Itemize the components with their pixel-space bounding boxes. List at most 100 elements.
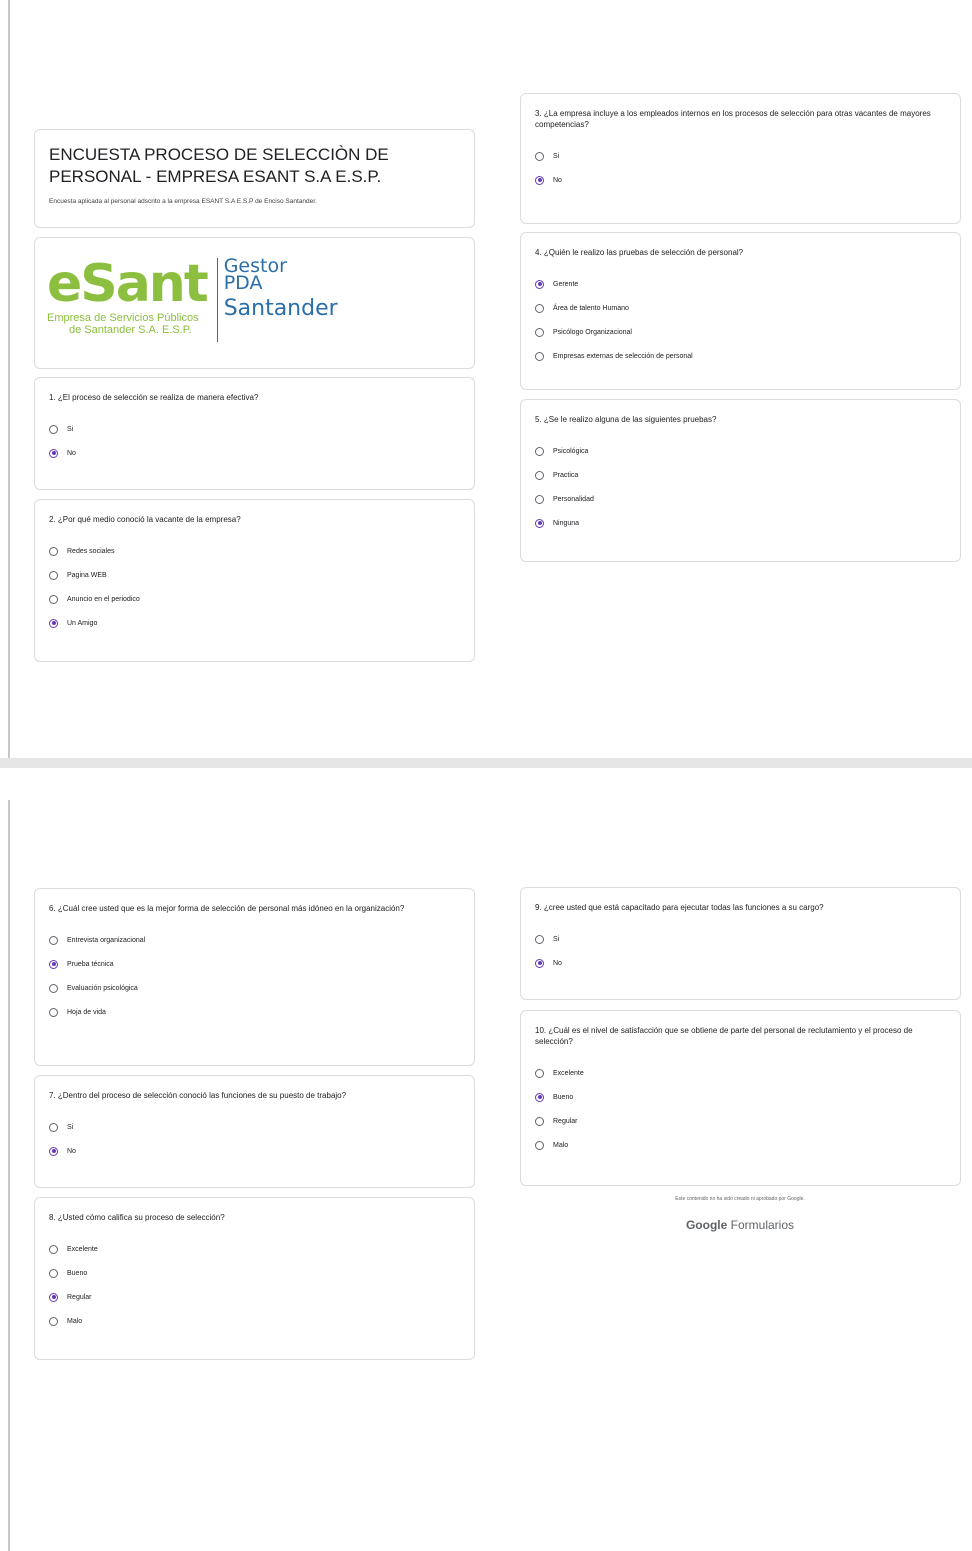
radio-option-label: Psicológica — [553, 447, 589, 455]
radio-option-label: Empresas externas de selección de person… — [553, 352, 693, 360]
radio-empty-icon[interactable] — [535, 446, 544, 456]
radio-empty-icon[interactable] — [535, 151, 544, 161]
radio-option[interactable]: Psicológica — [535, 439, 946, 463]
google-wordmark: Google — [685, 1218, 728, 1232]
radio-selected-icon[interactable] — [49, 448, 58, 458]
radio-option-label: Redes sociales — [67, 547, 115, 555]
radio-empty-icon[interactable] — [49, 424, 58, 434]
radio-option[interactable]: Regular — [535, 1109, 946, 1133]
radio-option[interactable]: Malo — [49, 1309, 460, 1333]
radio-option[interactable]: Empresas externas de selección de person… — [535, 344, 946, 368]
radio-selected-icon[interactable] — [535, 1092, 544, 1102]
question-title: 2. ¿Por qué medio conoció la vacante de … — [49, 515, 241, 524]
radio-option[interactable]: Si — [535, 927, 946, 951]
radio-option-label: No — [553, 959, 562, 967]
radio-option-label: Si — [67, 425, 74, 433]
radio-option-label: Ninguna — [553, 519, 580, 527]
options-group: Gerente Área de talento Humano Psicólogo O… — [521, 258, 960, 368]
question-title: 6. ¿Cuál cree usted que es la mejor form… — [49, 904, 405, 913]
radio-empty-icon[interactable] — [535, 327, 544, 337]
radio-option[interactable]: Área de talento Humano — [535, 296, 946, 320]
radio-empty-icon[interactable] — [49, 1244, 58, 1254]
radio-option[interactable]: Redes sociales — [49, 539, 460, 563]
radio-empty-icon[interactable] — [49, 1122, 58, 1132]
radio-option[interactable]: Anuncio en el periodico — [49, 587, 460, 611]
options-group: Si No — [35, 1101, 474, 1163]
radio-option-label: No — [553, 176, 562, 184]
radio-selected-icon[interactable] — [535, 518, 544, 528]
radio-empty-icon[interactable] — [49, 983, 58, 993]
radio-selected-icon[interactable] — [49, 1146, 58, 1156]
radio-option[interactable]: Excelente — [49, 1237, 460, 1261]
radio-option-label: Regular — [67, 1293, 92, 1301]
radio-option[interactable]: Hoja de vida — [49, 1000, 460, 1024]
question-title: 4. ¿Quién le realizo las pruebas de sele… — [535, 248, 744, 257]
radio-option[interactable]: Evaluación psicológica — [49, 976, 460, 1000]
radio-option-label: Personalidad — [553, 495, 594, 503]
radio-selected-icon[interactable] — [535, 175, 544, 185]
radio-empty-icon[interactable] — [49, 546, 58, 556]
radio-empty-icon[interactable] — [49, 594, 58, 604]
radio-selected-icon[interactable] — [49, 618, 58, 628]
radio-empty-icon[interactable] — [49, 1268, 58, 1278]
radio-option[interactable]: Un Amigo — [49, 611, 460, 635]
radio-selected-icon[interactable] — [49, 959, 58, 969]
radio-option-label: Si — [553, 152, 560, 160]
radio-option-label: Si — [67, 1123, 74, 1131]
radio-option-label: Pagina WEB — [67, 571, 107, 579]
radio-option[interactable]: Gerente — [535, 272, 946, 296]
options-group: Psicológica Practica Personalidad Ninguna — [521, 425, 960, 535]
radio-option[interactable]: Practica — [535, 463, 946, 487]
radio-option[interactable]: Si — [535, 144, 946, 168]
radio-option[interactable]: No — [535, 951, 946, 975]
radio-option[interactable]: Pagina WEB — [49, 563, 460, 587]
disclaimer-text: Este contenido no ha sido creado ni apro… — [675, 1196, 805, 1202]
google-forms-brand: Google Formularios — [520, 1218, 960, 1232]
radio-option[interactable]: Si — [49, 417, 460, 441]
radio-empty-icon[interactable] — [49, 1316, 58, 1326]
radio-empty-icon[interactable] — [535, 351, 544, 361]
radio-option[interactable]: Bueno — [535, 1085, 946, 1109]
radio-option[interactable]: Prueba técnica — [49, 952, 460, 976]
form-title: ENCUESTA PROCESO DE SELECCIÒN DE PERSONA… — [49, 145, 389, 186]
radio-empty-icon[interactable] — [535, 1068, 544, 1078]
radio-option[interactable]: Ninguna — [535, 511, 946, 535]
radio-empty-icon[interactable] — [535, 934, 544, 944]
question-card-6: 6. ¿Cuál cree usted que es la mejor form… — [34, 888, 475, 1066]
radio-option-label: No — [67, 1147, 76, 1155]
radio-option[interactable]: Si — [49, 1115, 460, 1139]
radio-option-label: Entrevista organizacional — [67, 936, 146, 944]
radio-empty-icon[interactable] — [49, 570, 58, 580]
radio-option-label: Gerente — [553, 280, 579, 288]
radio-selected-icon[interactable] — [535, 958, 544, 968]
radio-option[interactable]: Bueno — [49, 1261, 460, 1285]
radio-option[interactable]: Entrevista organizacional — [49, 928, 460, 952]
radio-empty-icon[interactable] — [535, 470, 544, 480]
esant-logo: eSant Empresa de Servicios Públicos de S… — [47, 257, 338, 342]
radio-option-label: Área de talento Humano — [553, 304, 629, 312]
question-title: 10. ¿Cuál es el nivel de satisfacción qu… — [535, 1026, 913, 1046]
radio-option[interactable]: Regular — [49, 1285, 460, 1309]
options-group: Si No — [521, 130, 960, 192]
radio-option[interactable]: Excelente — [535, 1061, 946, 1085]
radio-option[interactable]: No — [535, 168, 946, 192]
radio-empty-icon[interactable] — [49, 1007, 58, 1017]
radio-option[interactable]: Personalidad — [535, 487, 946, 511]
form-description: Encuesta aplicada al personal adscrito a… — [49, 198, 317, 205]
radio-option[interactable]: No — [49, 441, 460, 465]
radio-empty-icon[interactable] — [535, 303, 544, 313]
radio-empty-icon[interactable] — [535, 1140, 544, 1150]
radio-option[interactable]: Psicólogo Organizacional — [535, 320, 946, 344]
radio-option[interactable]: No — [49, 1139, 460, 1163]
question-card-9: 9. ¿cree usted que está capacitado para … — [520, 887, 961, 1000]
radio-option-label: Hoja de vida — [67, 1008, 106, 1016]
radio-selected-icon[interactable] — [535, 279, 544, 289]
radio-empty-icon[interactable] — [49, 935, 58, 945]
radio-empty-icon[interactable] — [535, 1116, 544, 1126]
radio-empty-icon[interactable] — [535, 494, 544, 504]
radio-option[interactable]: Malo — [535, 1133, 946, 1157]
radio-option-label: Bueno — [553, 1093, 574, 1101]
radio-selected-icon[interactable] — [49, 1292, 58, 1302]
question-title: 9. ¿cree usted que está capacitado para … — [535, 903, 824, 912]
question-card-8: 8. ¿Usted cómo califica su proceso de se… — [34, 1197, 475, 1360]
